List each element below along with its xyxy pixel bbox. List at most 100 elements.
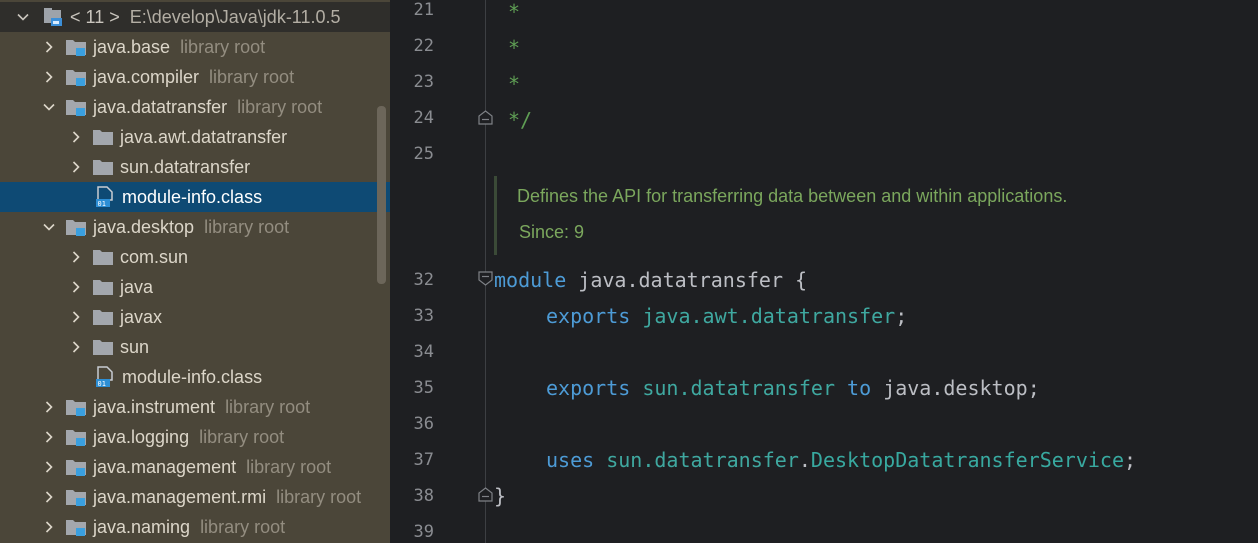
tree-item-label: java.desktop	[93, 216, 195, 237]
comment-line: */	[508, 108, 533, 132]
doc-description: Defines the API for transferring data be…	[517, 186, 1068, 206]
tree-item-java-management[interactable]: java.management library root	[0, 452, 390, 482]
line-number: 36	[413, 414, 434, 434]
library-root-hint: library root	[199, 426, 285, 447]
module-folder-icon	[65, 426, 87, 448]
package-folder-icon	[92, 276, 114, 298]
line-number: 38	[413, 486, 434, 506]
comment-line: *	[508, 0, 521, 24]
library-root-hint: library root	[204, 216, 290, 237]
tree-item-java-base[interactable]: java.base library root	[0, 32, 390, 62]
library-root-hint: library root	[200, 516, 286, 537]
tree-item-java-management-rmi[interactable]: java.management.rmi library root	[0, 482, 390, 512]
jdk-library-icon	[42, 6, 64, 28]
tree-item-sun[interactable]: sun	[0, 332, 390, 362]
tree-item-label: javax	[120, 306, 163, 327]
chevron-down-icon[interactable]	[42, 92, 56, 122]
tree-item-java-awt-datatransfer[interactable]: java.awt.datatransfer	[0, 122, 390, 152]
chevron-right-icon[interactable]	[69, 242, 83, 272]
code-line-close-brace: }	[494, 484, 507, 508]
code-editor[interactable]: 21 22 23 24 25 32 33 34 35 36 37 38 39 *…	[390, 0, 1258, 543]
line-number: 35	[413, 378, 434, 398]
package-folder-icon	[92, 126, 114, 148]
module-folder-icon	[65, 516, 87, 538]
tree-item-java-compiler[interactable]: java.compiler library root	[0, 62, 390, 92]
chevron-right-icon[interactable]	[69, 122, 83, 152]
tree-item-label: java.awt.datatransfer	[120, 126, 288, 147]
tree-item-java-datatransfer[interactable]: java.datatransfer library root	[0, 92, 390, 122]
line-number: 23	[413, 72, 434, 92]
line-number: 39	[413, 522, 434, 542]
keyword: exports	[546, 304, 631, 328]
tree-item-label: java	[120, 276, 154, 297]
fold-expand-icon[interactable]	[478, 271, 493, 286]
tree-item-java-logging[interactable]: java.logging library root	[0, 422, 390, 452]
chevron-right-icon[interactable]	[69, 302, 83, 332]
tree-root-label: < 11 >	[70, 6, 120, 27]
package-folder-icon	[92, 306, 114, 328]
chevron-right-icon[interactable]	[42, 32, 56, 62]
line-number: 22	[413, 36, 434, 56]
chevron-right-icon[interactable]	[69, 332, 83, 362]
fold-collapse-icon[interactable]	[478, 110, 493, 125]
semicolon: ;	[895, 304, 908, 328]
fold-collapse-icon[interactable]	[478, 487, 493, 502]
chevron-right-icon[interactable]	[42, 62, 56, 92]
chevron-right-icon[interactable]	[42, 512, 56, 542]
line-number: 37	[413, 450, 434, 470]
library-root-hint: library root	[237, 96, 323, 117]
tree-item-label: java.base	[93, 36, 171, 57]
package-folder-icon	[92, 156, 114, 178]
keyword: uses	[546, 448, 595, 472]
module-name: java.desktop	[883, 376, 1028, 400]
package-folder-icon	[92, 246, 114, 268]
rendered-doc-comment[interactable]: Defines the API for transferring data be…	[494, 176, 1257, 255]
module-folder-icon	[65, 36, 87, 58]
tree-item-java-desktop[interactable]: java.desktop library root	[0, 212, 390, 242]
tree-item-com-sun[interactable]: com.sun	[0, 242, 390, 272]
tree-item-sun-datatransfer[interactable]: sun.datatransfer	[0, 152, 390, 182]
module-folder-icon	[65, 486, 87, 508]
chevron-down-icon[interactable]	[16, 2, 30, 32]
tree-item-label: java.naming	[93, 516, 191, 537]
chevron-right-icon[interactable]	[42, 392, 56, 422]
class-file-icon: 01	[94, 366, 116, 388]
chevron-right-icon[interactable]	[42, 452, 56, 482]
tree-item-label: java.compiler	[93, 66, 200, 87]
package-name: sun.datatransfer	[642, 376, 835, 400]
ide-window: < 11 > E:\develop\Java\jdk-11.0.5 java.b…	[0, 0, 1258, 543]
line-number: 32	[413, 270, 434, 290]
comment-line: *	[508, 36, 521, 60]
class-name: DesktopDatatransferService	[810, 448, 1124, 472]
keyword: module	[494, 268, 567, 292]
tree-scrollbar-thumb[interactable]	[377, 106, 386, 284]
tree-item-javax[interactable]: javax	[0, 302, 390, 332]
chevron-right-icon[interactable]	[69, 152, 83, 182]
package-name: java.awt.datatransfer	[642, 304, 896, 328]
tree-item-module-info-selected[interactable]: 01 module-info.class	[0, 182, 390, 212]
tree-item-label: java.logging	[93, 426, 190, 447]
tree-item-label: com.sun	[120, 246, 189, 267]
module-folder-icon	[65, 216, 87, 238]
code-line-uses: uses sun.datatransfer.DesktopDatatransfe…	[546, 448, 1136, 472]
tree-item-label: java.instrument	[93, 396, 216, 417]
chevron-right-icon[interactable]	[69, 272, 83, 302]
tree-item-java-instrument[interactable]: java.instrument library root	[0, 392, 390, 422]
tree-item-module-info[interactable]: 01 module-info.class	[0, 362, 390, 392]
line-number: 34	[413, 342, 434, 362]
tree-item-label: module-info.class	[122, 186, 263, 207]
code-line-exports-to: exports sun.datatransfer to java.desktop…	[546, 376, 1040, 400]
library-root-hint: library root	[180, 36, 266, 57]
class-file-icon: 01	[94, 186, 116, 208]
chevron-right-icon[interactable]	[42, 422, 56, 452]
tree-item-java[interactable]: java	[0, 272, 390, 302]
chevron-right-icon[interactable]	[42, 482, 56, 512]
line-number: 24	[413, 108, 434, 128]
tree-item-java-naming[interactable]: java.naming library root	[0, 512, 390, 542]
package-folder-icon	[92, 336, 114, 358]
chevron-down-icon[interactable]	[42, 212, 56, 242]
package-name: sun.datatransfer	[606, 448, 799, 472]
project-tree[interactable]: < 11 > E:\develop\Java\jdk-11.0.5 java.b…	[0, 0, 390, 543]
tree-root-jdk[interactable]: < 11 > E:\develop\Java\jdk-11.0.5	[0, 2, 390, 32]
library-root-hint: library root	[246, 456, 332, 477]
